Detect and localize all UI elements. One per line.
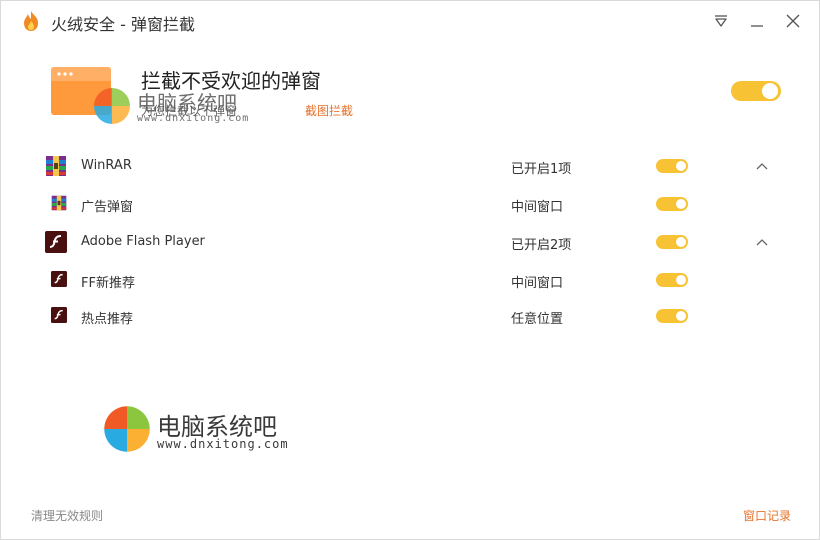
toggle-ad-popup[interactable]	[656, 197, 688, 211]
menu-dropdown-icon	[715, 15, 727, 27]
close-button[interactable]	[783, 11, 803, 31]
fire-logo-icon	[24, 11, 38, 31]
watermark-logo-icon	[104, 406, 150, 452]
close-icon	[786, 14, 800, 28]
toggle-knob	[676, 311, 686, 321]
app-status-winrar: 已开启1项	[511, 162, 572, 177]
toggle-flash[interactable]	[656, 235, 688, 249]
app-status-flash: 已开启2项	[511, 238, 572, 253]
app-name-flash: Adobe Flash Player	[81, 234, 205, 249]
winrar-icon	[51, 195, 67, 211]
clean-invalid-rules-link[interactable]: 清理无效规则	[31, 507, 103, 524]
rule-name-ad-popup: 广告弹窗	[81, 200, 134, 215]
flash-icon	[51, 307, 67, 323]
watermark-logo-icon	[94, 88, 130, 124]
rule-status-hot-recommend: 任意位置	[511, 312, 564, 327]
window-title: 火绒安全 - 弹窗拦截	[51, 15, 195, 34]
screenshot-block-link[interactable]: 截图拦截	[305, 102, 353, 119]
watermark-url: www.dnxitong.com	[157, 437, 289, 451]
rule-status-ad-popup: 中间窗口	[511, 200, 564, 215]
master-toggle[interactable]	[731, 81, 781, 101]
watermark-top: 电脑系统吧 www.dnxitong.com	[93, 87, 263, 129]
menu-dropdown-button[interactable]	[711, 11, 731, 31]
rule-status-ff-recommend: 中间窗口	[511, 276, 564, 291]
rule-name-ff-recommend: FF新推荐	[81, 276, 135, 291]
flash-icon	[45, 231, 67, 253]
winrar-icon	[46, 156, 66, 176]
title-bar[interactable]: 火绒安全 - 弹窗拦截	[1, 1, 819, 41]
rule-name-hot-recommend: 热点推荐	[81, 312, 134, 327]
app-name-winrar: WinRAR	[81, 158, 132, 173]
toggle-knob	[676, 199, 686, 209]
window-records-link[interactable]: 窗口记录	[743, 507, 791, 524]
toggle-winrar[interactable]	[656, 159, 688, 173]
watermark-url: www.dnxitong.com	[137, 113, 250, 124]
chevron-up-icon[interactable]	[755, 161, 769, 171]
chevron-up-icon[interactable]	[755, 237, 769, 247]
toggle-knob	[762, 83, 778, 99]
minimize-icon	[751, 25, 763, 27]
toggle-ff-recommend[interactable]	[656, 273, 688, 287]
watermark-center: 电脑系统吧 www.dnxitong.com	[103, 405, 303, 457]
app-window: 火绒安全 - 弹窗拦截 拦截不受欢迎的弹窗 为您拦截以下弹窗 截图拦截 WinR…	[0, 0, 820, 540]
toggle-knob	[676, 237, 686, 247]
flash-icon	[51, 271, 67, 287]
watermark-text: 电脑系统吧	[137, 91, 237, 115]
minimize-button[interactable]	[747, 11, 767, 31]
toggle-hot-recommend[interactable]	[656, 309, 688, 323]
toggle-knob	[676, 161, 686, 171]
toggle-knob	[676, 275, 686, 285]
